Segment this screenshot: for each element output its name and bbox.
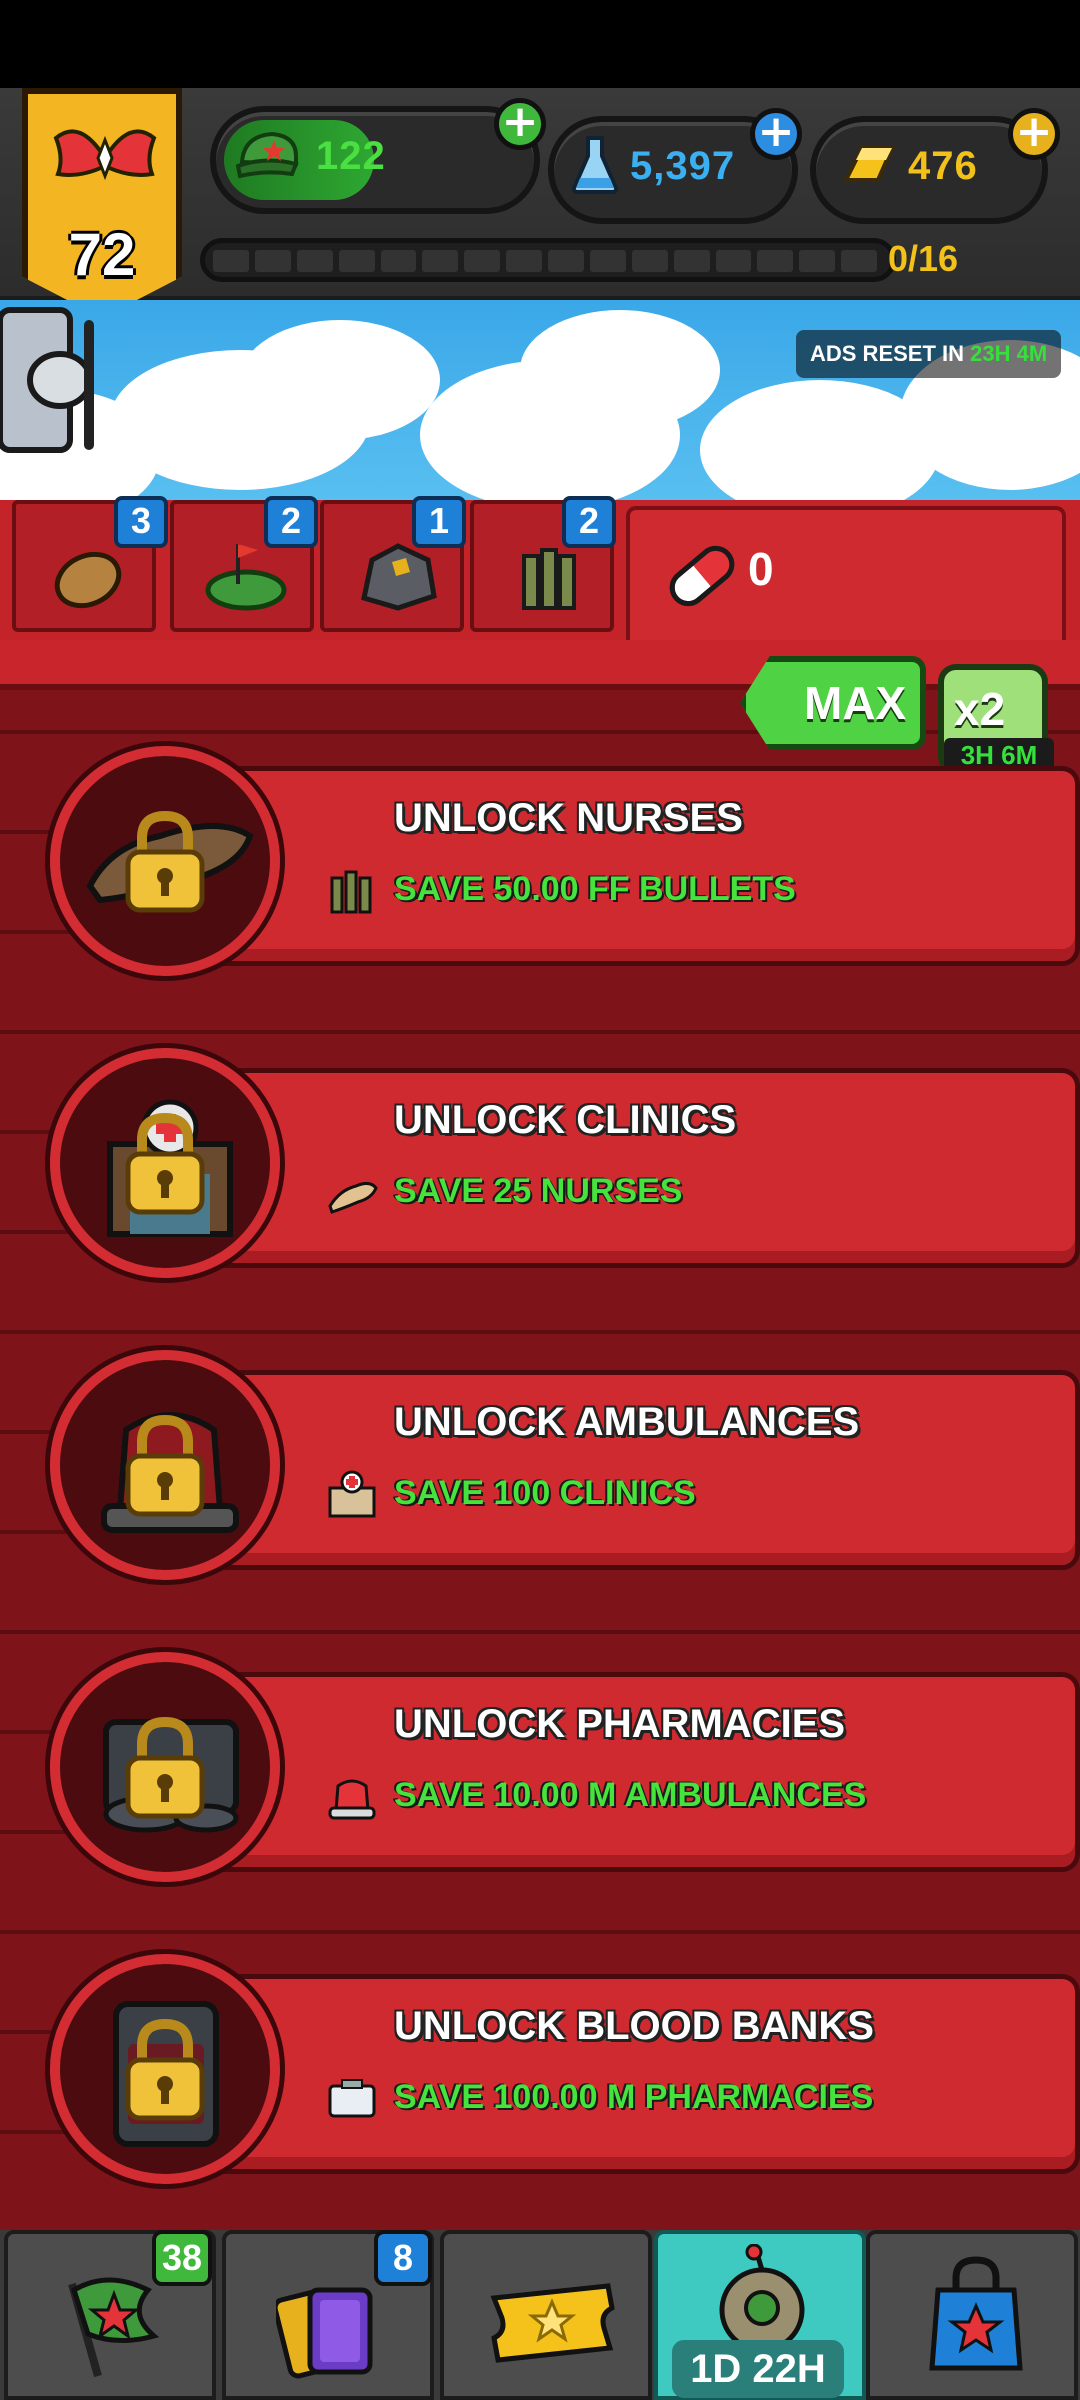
ticket-star-icon	[490, 2283, 615, 2363]
soldiers-counter[interactable]: 122	[210, 106, 540, 214]
pill-capsule-icon	[669, 545, 735, 607]
progress-segment	[380, 250, 417, 272]
missions-badge: 38	[152, 2230, 213, 2286]
unlock-title: UNLOCK AMBULANCES	[394, 1400, 860, 1444]
resource-tabs: 3 2 1 2	[0, 496, 1080, 656]
rank-progress-label: 0/16	[888, 238, 959, 279]
unlock-card-ambulances[interactable]: UNLOCK AMBULANCES SAVE 100 CLINICS	[50, 1350, 1080, 1580]
cards-icon	[276, 2287, 373, 2379]
add-science-button[interactable]: +	[750, 108, 802, 160]
ads-reset-time: 23H 4M	[970, 341, 1048, 366]
padlock-icon	[125, 1112, 205, 1215]
progress-segment	[338, 250, 375, 272]
rank-progress-bar	[200, 238, 896, 282]
progress-segment	[841, 250, 877, 272]
unlock-card-pharmacies[interactable]: UNLOCK PHARMACIES SAVE 10.00 M AMBULANCE…	[50, 1652, 1080, 1882]
padlock-icon	[125, 1414, 205, 1517]
unlock-card-nurses[interactable]: UNLOCK NURSES SAVE 50.00 FF BULLETS	[50, 746, 1080, 976]
status-bar	[0, 0, 1080, 88]
progress-segment	[673, 250, 710, 272]
progress-segment	[464, 250, 501, 272]
add-gold-button[interactable]: +	[1008, 108, 1060, 160]
unlock-title: UNLOCK CLINICS	[394, 1098, 737, 1142]
plane-icon	[0, 307, 94, 453]
progress-segment	[296, 250, 333, 272]
gold-bar-icon	[842, 146, 896, 182]
gold-value: 476	[908, 144, 978, 188]
tab-ore-badge: 1	[412, 496, 466, 548]
boost-label: x2	[954, 683, 1006, 735]
progress-segment	[589, 250, 626, 272]
ore-rock-icon	[361, 543, 437, 611]
potato-icon	[54, 551, 122, 609]
clinic-icon	[328, 1470, 376, 1518]
tab-potato-badge: 3	[114, 496, 168, 548]
progress-segment	[757, 250, 794, 272]
flask-icon	[571, 136, 619, 194]
progress-segment	[422, 250, 459, 272]
flag-star-icon	[68, 2277, 160, 2378]
event-timer: 1D 22H	[672, 2340, 844, 2398]
progress-segment	[254, 250, 291, 272]
tab-field-badge: 2	[264, 496, 318, 548]
progress-segment	[631, 250, 668, 272]
unlock-title: UNLOCK BLOOD BANKS	[394, 2004, 874, 2048]
cards-badge: 8	[374, 2230, 432, 2286]
nav-shop[interactable]	[866, 2230, 1078, 2400]
winged-emblem-icon	[53, 129, 157, 181]
bullets-icon	[330, 870, 372, 914]
soldiers-value: 122	[316, 134, 386, 178]
bottom-nav: 38 8	[0, 2230, 1080, 2400]
padlock-icon	[125, 810, 205, 913]
max-button-label: MAX	[804, 677, 907, 729]
medical-count: 0	[748, 543, 774, 595]
unlock-card-clinics[interactable]: UNLOCK CLINICS SAVE 25 NURSES	[50, 1048, 1080, 1278]
shopping-bag-icon	[929, 2256, 1023, 2371]
unlock-requirement: SAVE 25 NURSES	[394, 1172, 683, 1210]
unlock-requirement: SAVE 100 CLINICS	[394, 1474, 696, 1512]
padlock-icon	[125, 1716, 205, 1819]
padlock-icon	[125, 2018, 205, 2121]
max-button[interactable]: MAX	[740, 656, 926, 750]
unlock-requirement: SAVE 10.00 M AMBULANCES	[394, 1776, 867, 1814]
ads-reset-timer: ADS RESET IN 23H 4M	[796, 330, 1062, 378]
progress-segment	[213, 250, 249, 272]
tab-bullets-badge: 2	[562, 496, 616, 548]
unlock-title: UNLOCK PHARMACIES	[394, 1702, 846, 1746]
ads-reset-label: ADS RESET IN	[810, 341, 965, 366]
progress-segment	[548, 250, 584, 272]
bandage-icon	[328, 1181, 378, 1214]
science-value: 5,397	[630, 144, 736, 188]
unlock-requirement: SAVE 100.00 M PHARMACIES	[394, 2078, 874, 2116]
medkit-icon	[328, 2079, 376, 2118]
unlock-title: UNLOCK NURSES	[394, 796, 743, 840]
nav-ticket[interactable]	[440, 2230, 652, 2400]
unlock-requirement: SAVE 50.00 FF BULLETS	[394, 870, 796, 908]
planet-base-icon	[719, 2244, 805, 2353]
progress-segment	[506, 250, 542, 272]
progress-segment	[715, 250, 752, 272]
tab-medical-active[interactable]	[626, 506, 1066, 656]
siren-icon	[328, 1779, 376, 1820]
army-cap-icon	[236, 131, 299, 179]
add-soldiers-button[interactable]: +	[494, 98, 546, 150]
progress-segment	[799, 250, 836, 272]
unlock-card-blood-banks[interactable]: UNLOCK BLOOD BANKS SAVE 100.00 M PHARMAC…	[50, 1954, 1080, 2184]
